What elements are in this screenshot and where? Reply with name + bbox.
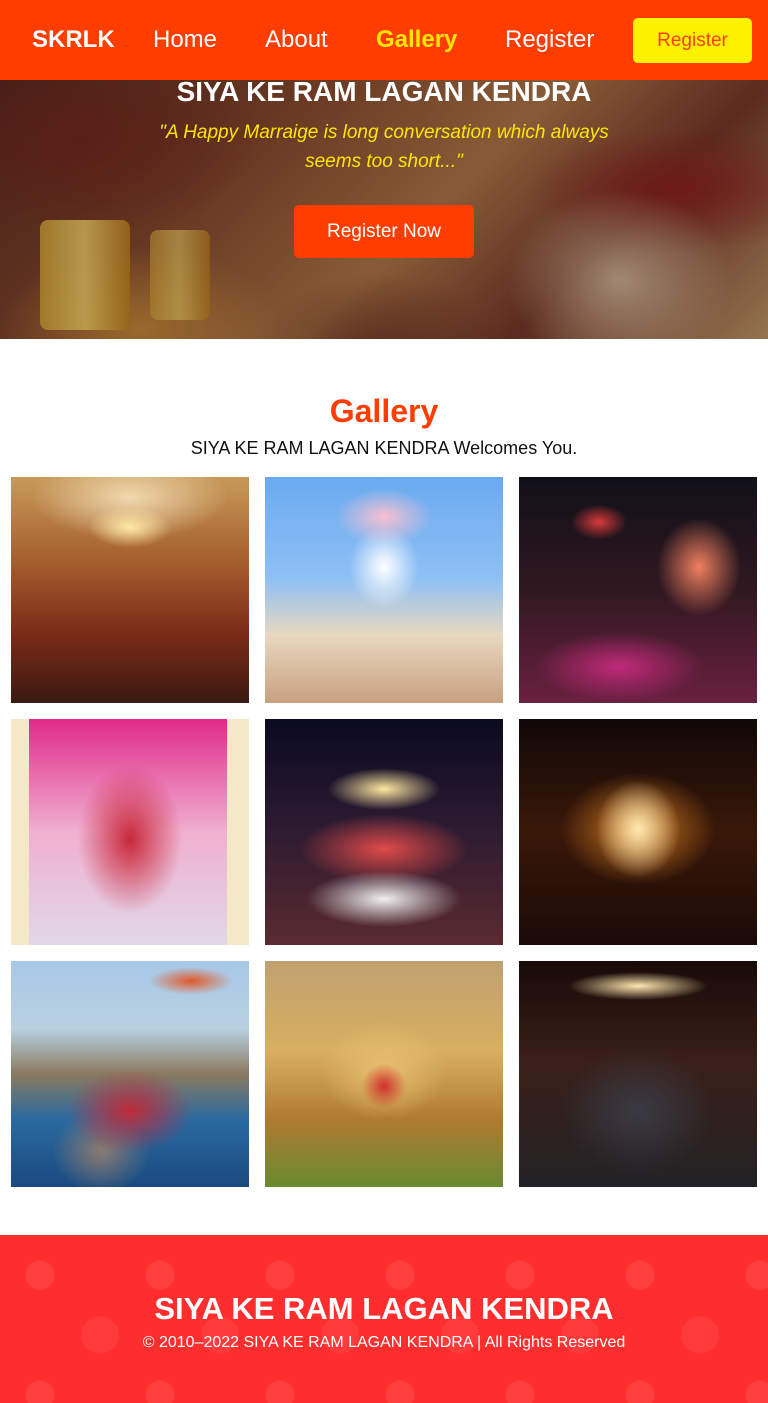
- nav-link-gallery[interactable]: Gallery: [376, 26, 457, 54]
- gallery-title: Gallery: [329, 393, 439, 429]
- nav-link-about[interactable]: About: [265, 26, 328, 54]
- brand-logo[interactable]: SKRLK: [32, 26, 115, 54]
- gallery-subtitle: SIYA KE RAM LAGAN KENDRA Welcomes You.: [190, 438, 578, 458]
- register-now-button[interactable]: Register Now: [294, 205, 474, 258]
- hero-quote: "A Happy Marraige is long conversation w…: [159, 122, 609, 172]
- gallery-grid: [11, 477, 757, 1187]
- gallery-photo-couple-elephant[interactable]: [11, 961, 249, 1187]
- gallery-photo-illuminated-fountain[interactable]: [519, 719, 757, 945]
- gallery-photo-night-mandap[interactable]: [519, 477, 757, 703]
- hero-title: SIYA KE RAM LAGAN KENDRA: [176, 80, 592, 107]
- nav-link-register[interactable]: Register: [505, 26, 594, 54]
- gallery-photo-golden-stage[interactable]: [265, 961, 503, 1187]
- gallery-photo-bride-veil[interactable]: [11, 719, 249, 945]
- gallery-photo-wedding-hall[interactable]: [11, 477, 249, 703]
- gallery-photo-baraat-horses[interactable]: [265, 719, 503, 945]
- register-button[interactable]: Register: [633, 18, 752, 63]
- footer: SIYA KE RAM LAGAN KENDRA © 2010–2022 SIY…: [0, 1235, 768, 1403]
- navbar: SKRLK Home About Gallery Register Regist…: [0, 0, 768, 80]
- footer-title: SIYA KE RAM LAGAN KENDRA: [154, 1291, 614, 1326]
- nav-link-home[interactable]: Home: [153, 26, 217, 54]
- footer-copyright: © 2010–2022 SIYA KE RAM LAGAN KENDRA | A…: [142, 1334, 626, 1351]
- hero-banner: SIYA KE RAM LAGAN KENDRA "A Happy Marrai…: [0, 80, 768, 339]
- gallery-photo-dancing-crowd[interactable]: [519, 961, 757, 1187]
- gallery-photo-floral-mandap[interactable]: [265, 477, 503, 703]
